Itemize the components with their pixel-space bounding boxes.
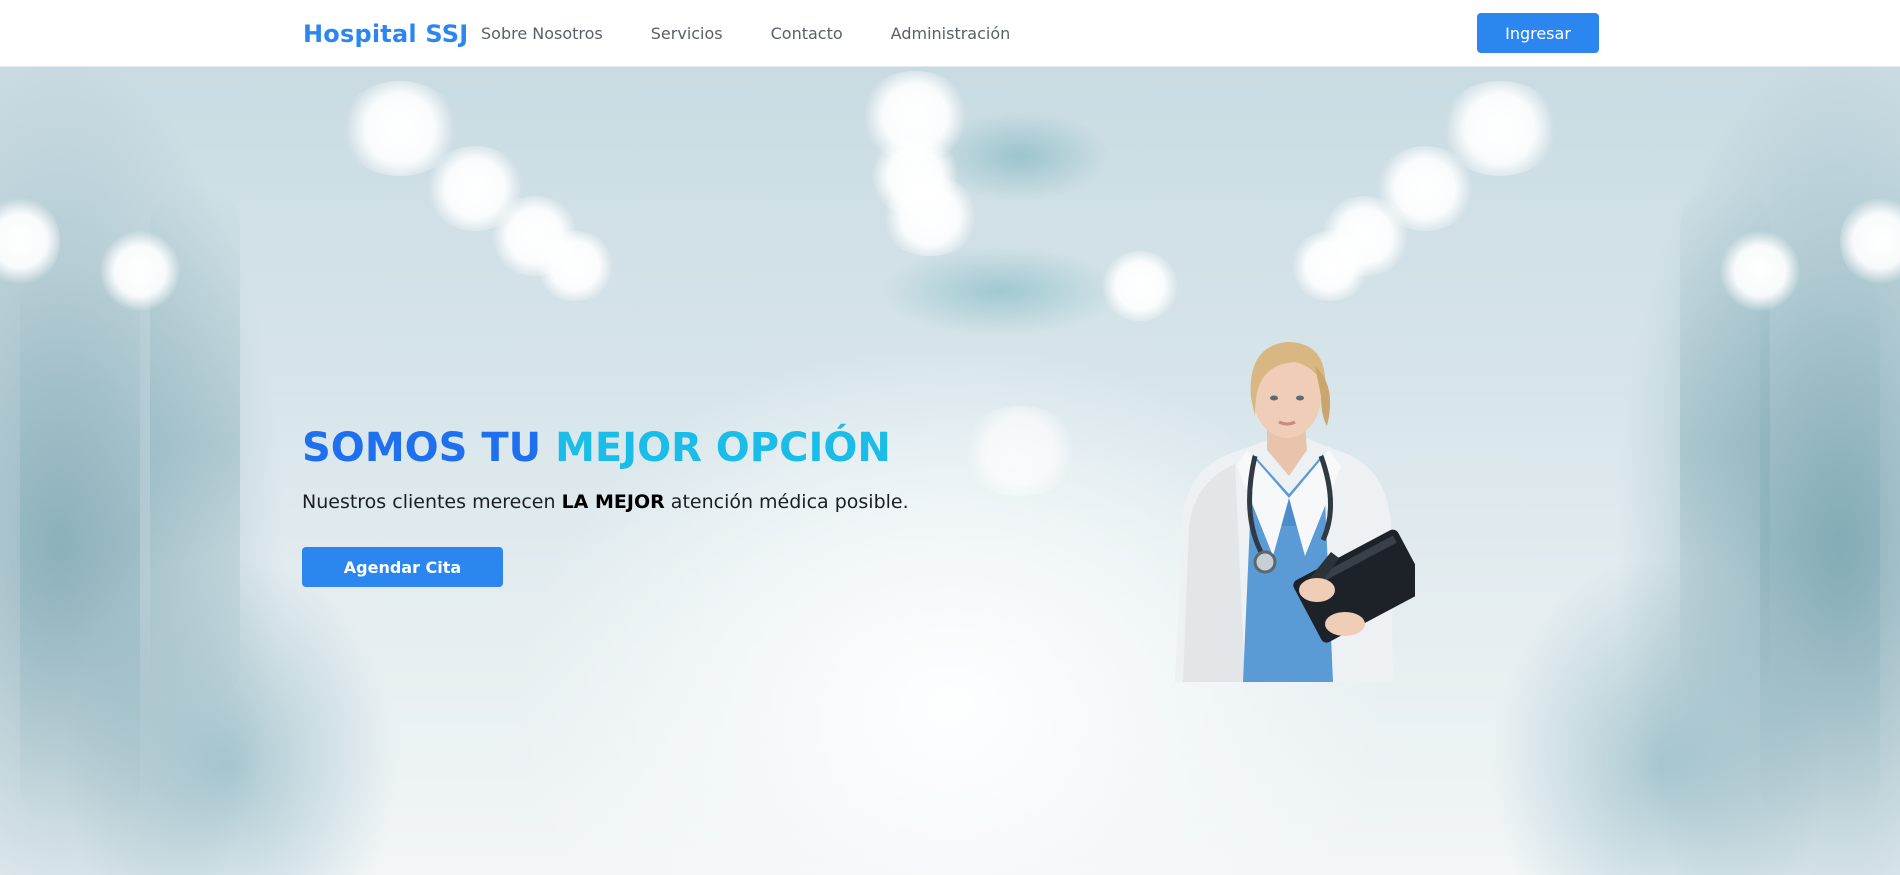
ceiling-light xyxy=(100,231,180,311)
background-pillar xyxy=(20,266,140,826)
nav-link-servicios[interactable]: Servicios xyxy=(651,24,723,43)
top-navbar: Hospital SSJ Sobre Nosotros Servicios Co… xyxy=(0,0,1900,67)
doctor-illustration xyxy=(1175,342,1415,682)
ceiling-light xyxy=(535,231,615,301)
ceiling-light xyxy=(1290,231,1370,301)
hero-title-part2: MEJOR OPCIÓN xyxy=(555,425,891,471)
background-pillar xyxy=(1760,266,1880,826)
ceiling-light xyxy=(880,176,980,256)
brand-logo[interactable]: Hospital SSJ xyxy=(303,20,468,48)
ceiling-light xyxy=(1720,231,1800,311)
hero-section: SOMOS TU MEJOR OPCIÓN Nuestros clientes … xyxy=(0,66,1900,875)
hero-subtitle-emphasis: LA MEJOR xyxy=(561,491,665,513)
login-button[interactable]: Ingresar xyxy=(1477,13,1599,53)
ceiling-light xyxy=(1100,251,1180,321)
ceiling-light xyxy=(960,406,1080,496)
nav-link-administracion[interactable]: Administración xyxy=(891,24,1011,43)
hero-title: SOMOS TU MEJOR OPCIÓN xyxy=(302,424,891,472)
hero-subtitle-end: atención médica posible. xyxy=(670,491,909,513)
nav-links: Sobre Nosotros Servicios Contacto Admini… xyxy=(481,24,1058,43)
hero-subtitle: Nuestros clientes merecen LA MEJOR atenc… xyxy=(302,491,909,513)
hero-title-part1: SOMOS TU xyxy=(302,425,542,471)
hero-subtitle-start: Nuestros clientes merecen xyxy=(302,491,556,513)
agendar-cita-button[interactable]: Agendar Cita xyxy=(302,547,503,587)
nav-link-contacto[interactable]: Contacto xyxy=(771,24,843,43)
nav-link-sobre-nosotros[interactable]: Sobre Nosotros xyxy=(481,24,603,43)
